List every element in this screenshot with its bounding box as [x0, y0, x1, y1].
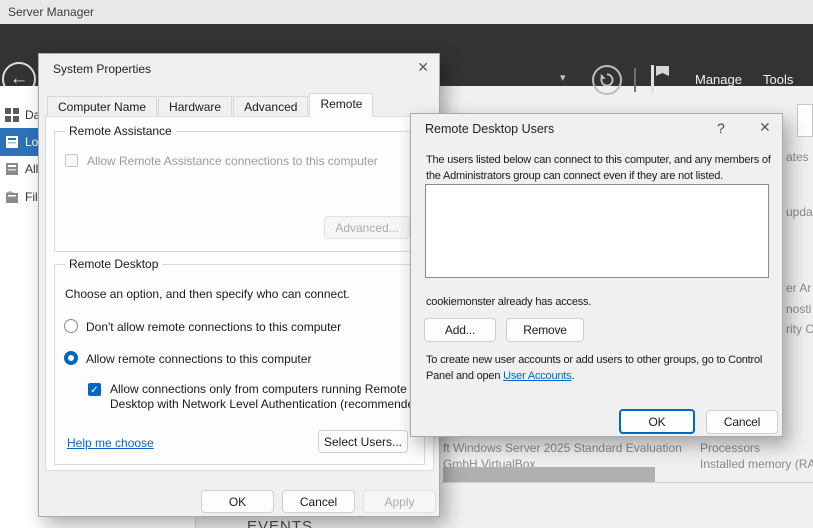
- tab-advanced[interactable]: Advanced: [233, 96, 308, 117]
- remote-desktop-users-dialog: Remote Desktop Users ? ✕ The users liste…: [410, 113, 783, 437]
- properties-fragment: rity C: [786, 322, 813, 336]
- properties-fragment: nosti: [786, 302, 811, 316]
- access-note: cookiemonster already has access.: [426, 294, 591, 310]
- panel-corner: [797, 104, 813, 137]
- remove-button[interactable]: Remove: [506, 318, 584, 342]
- installed-memory-label: Installed memory (RAM: [700, 457, 813, 471]
- help-icon[interactable]: ?: [717, 120, 725, 136]
- nla-label-line2: Desktop with Network Level Authenticatio…: [110, 397, 425, 412]
- remote-assistance-checkbox[interactable]: [65, 154, 78, 167]
- window-title: Server Manager: [8, 5, 94, 19]
- nla-label-line1: Allow connections only from computers ru…: [110, 382, 425, 397]
- remote-desktop-intro: Choose an option, and then specify who c…: [65, 287, 350, 301]
- help-me-choose-link[interactable]: Help me choose: [67, 436, 154, 450]
- footer-line2-period: .: [571, 370, 574, 382]
- user-accounts-link[interactable]: User Accounts: [503, 370, 571, 382]
- horizontal-scrollbar-thumb[interactable]: [443, 467, 655, 482]
- allow-remote-radio-label: Allow remote connections to this compute…: [86, 352, 311, 366]
- description-line2: the Administrators group can connect eve…: [426, 168, 723, 184]
- ok-button[interactable]: OK: [619, 409, 695, 434]
- checkmark-icon: ✓: [90, 385, 98, 396]
- cancel-button[interactable]: Cancel: [282, 490, 355, 513]
- flag-icon: [648, 63, 672, 95]
- close-icon[interactable]: ✕: [417, 59, 429, 76]
- tab-computer-name[interactable]: Computer Name: [47, 96, 157, 117]
- file-storage-icon: [5, 190, 19, 204]
- dialog-title: Remote Desktop Users: [425, 122, 554, 136]
- nla-checkbox[interactable]: ✓: [88, 383, 101, 396]
- properties-fragment: upda: [786, 205, 813, 219]
- menu-tools[interactable]: Tools: [763, 72, 793, 87]
- system-properties-dialog: System Properties ✕ Computer Name Hardwa…: [38, 53, 440, 517]
- refresh-button[interactable]: [592, 65, 622, 95]
- add-button[interactable]: Add...: [424, 318, 496, 342]
- server-manager-window: Server Manager ← → Server Manager › Loca…: [0, 0, 813, 528]
- menu-manage[interactable]: Manage: [695, 72, 742, 87]
- sidebar-item-label: All: [25, 162, 38, 176]
- remote-desktop-group: Remote Desktop Choose an option, and the…: [54, 264, 425, 465]
- properties-fragment: er Ar: [786, 281, 811, 295]
- users-listbox[interactable]: [425, 184, 769, 278]
- servers-icon: [5, 162, 19, 176]
- footer-line1: To create new user accounts or add users…: [426, 352, 762, 368]
- processors-label: Processors: [700, 441, 760, 455]
- description-line1: The users listed below can connect to th…: [426, 152, 771, 168]
- tab-remote[interactable]: Remote: [309, 93, 373, 117]
- advanced-button[interactable]: Advanced...: [324, 216, 410, 239]
- remote-tab-page: Remote Assistance Allow Remote Assistanc…: [45, 116, 434, 471]
- properties-fragment: ates: [786, 150, 809, 164]
- nla-checkbox-label: Allow connections only from computers ru…: [110, 382, 425, 412]
- cancel-button[interactable]: Cancel: [706, 410, 778, 434]
- os-version-text: ft Windows Server 2025 Standard Evaluati…: [443, 441, 682, 455]
- group-label: Remote Desktop: [65, 257, 162, 271]
- apply-button[interactable]: Apply: [363, 490, 436, 513]
- events-section-heading: EVENTS: [247, 518, 313, 528]
- footer-line2: Panel and open User Accounts.: [426, 368, 574, 384]
- chevron-down-icon[interactable]: ▾: [560, 71, 566, 84]
- close-icon[interactable]: ✕: [759, 119, 771, 136]
- refresh-icon: [599, 72, 615, 88]
- allow-remote-radio[interactable]: [64, 351, 78, 365]
- deny-remote-radio-label: Don't allow remote connections to this c…: [86, 320, 341, 334]
- dashboard-grid-icon: [5, 108, 19, 122]
- remote-assistance-checkbox-label: Allow Remote Assistance connections to t…: [87, 154, 378, 168]
- header-separator: [634, 68, 636, 92]
- tab-hardware[interactable]: Hardware: [158, 96, 232, 117]
- footer-line2-text: Panel and open: [426, 370, 503, 382]
- scrollbar-track-line: [441, 482, 813, 483]
- notifications-flag-button[interactable]: [648, 63, 672, 95]
- tab-bar: Computer Name Hardware Advanced Remote: [47, 93, 374, 117]
- remote-assistance-group: Remote Assistance Allow Remote Assistanc…: [54, 131, 425, 252]
- ok-button[interactable]: OK: [201, 490, 274, 513]
- group-label: Remote Assistance: [65, 124, 176, 138]
- window-titlebar: Server Manager: [0, 0, 813, 24]
- dialog-title: System Properties: [53, 62, 151, 76]
- server-icon: [5, 135, 19, 149]
- deny-remote-radio[interactable]: [64, 319, 78, 333]
- select-users-button[interactable]: Select Users...: [318, 430, 408, 453]
